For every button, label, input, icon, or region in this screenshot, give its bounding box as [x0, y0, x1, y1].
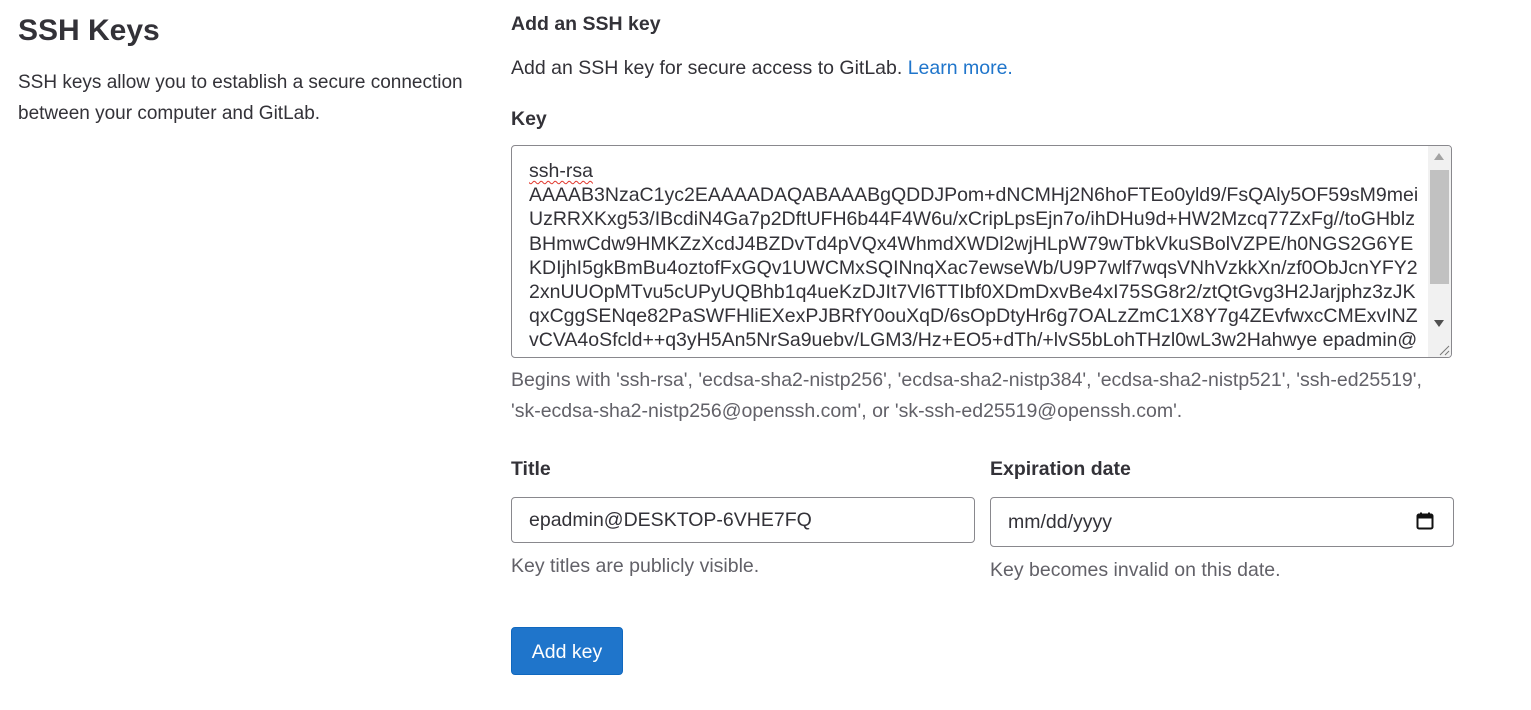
- key-textarea-scrollbar[interactable]: [1428, 146, 1451, 357]
- expiration-help-text: Key becomes invalid on this date.: [990, 559, 1281, 581]
- page-title: SSH Keys: [18, 14, 160, 47]
- ssh-keys-page: SSH Keys SSH keys allow you to establish…: [0, 0, 1531, 710]
- key-textarea-value: ssh-rsa AAAAB3NzaC1yc2EAAAADAQABAAABgQDD…: [529, 159, 1419, 357]
- scroll-down-arrow-icon[interactable]: [1434, 320, 1444, 327]
- form-heading: Add an SSH key: [511, 13, 661, 35]
- section-intro: SSH Keys SSH keys allow you to establish…: [18, 12, 478, 129]
- calendar-icon[interactable]: [1416, 512, 1434, 530]
- section-description: SSH keys allow you to establish a secure…: [18, 72, 463, 124]
- add-ssh-key-form: Add an SSH key Add an SSH key for secure…: [511, 10, 1454, 605]
- expiration-placeholder: mm/dd/yyyy: [1008, 511, 1113, 533]
- form-subtext: Add an SSH key for secure access to GitL…: [511, 54, 1454, 82]
- learn-more-link[interactable]: Learn more.: [908, 57, 1013, 79]
- title-expiration-row: Title epadmin@DESKTOP-6VHE7FQ Key titles…: [511, 455, 1454, 605]
- title-field-group: Title epadmin@DESKTOP-6VHE7FQ Key titles…: [511, 455, 975, 582]
- add-key-button[interactable]: Add key: [511, 627, 623, 675]
- key-label: Key: [511, 108, 547, 130]
- key-textarea[interactable]: ssh-rsa AAAAB3NzaC1yc2EAAAADAQABAAABgQDD…: [511, 145, 1452, 358]
- scroll-up-arrow-icon[interactable]: [1434, 153, 1444, 160]
- expiration-date-input[interactable]: mm/dd/yyyy: [990, 497, 1454, 547]
- key-help-text: Begins with 'ssh-rsa', 'ecdsa-sha2-nistp…: [511, 369, 1422, 422]
- title-help-text: Key titles are publicly visible.: [511, 555, 760, 577]
- key-body-text: AAAAB3NzaC1yc2EAAAADAQABAAABgQDDJPom+dNC…: [529, 184, 1419, 357]
- form-subtext-label: Add an SSH key for secure access to GitL…: [511, 57, 903, 79]
- title-input[interactable]: epadmin@DESKTOP-6VHE7FQ: [511, 497, 975, 543]
- scroll-thumb[interactable]: [1430, 170, 1449, 284]
- title-label: Title: [511, 458, 551, 480]
- expiration-field-group: Expiration date mm/dd/yyyy Key becomes i…: [990, 455, 1454, 586]
- resize-grip-icon[interactable]: [1436, 342, 1450, 356]
- key-type-text: ssh-rsa: [529, 160, 593, 182]
- expiration-label: Expiration date: [990, 458, 1131, 480]
